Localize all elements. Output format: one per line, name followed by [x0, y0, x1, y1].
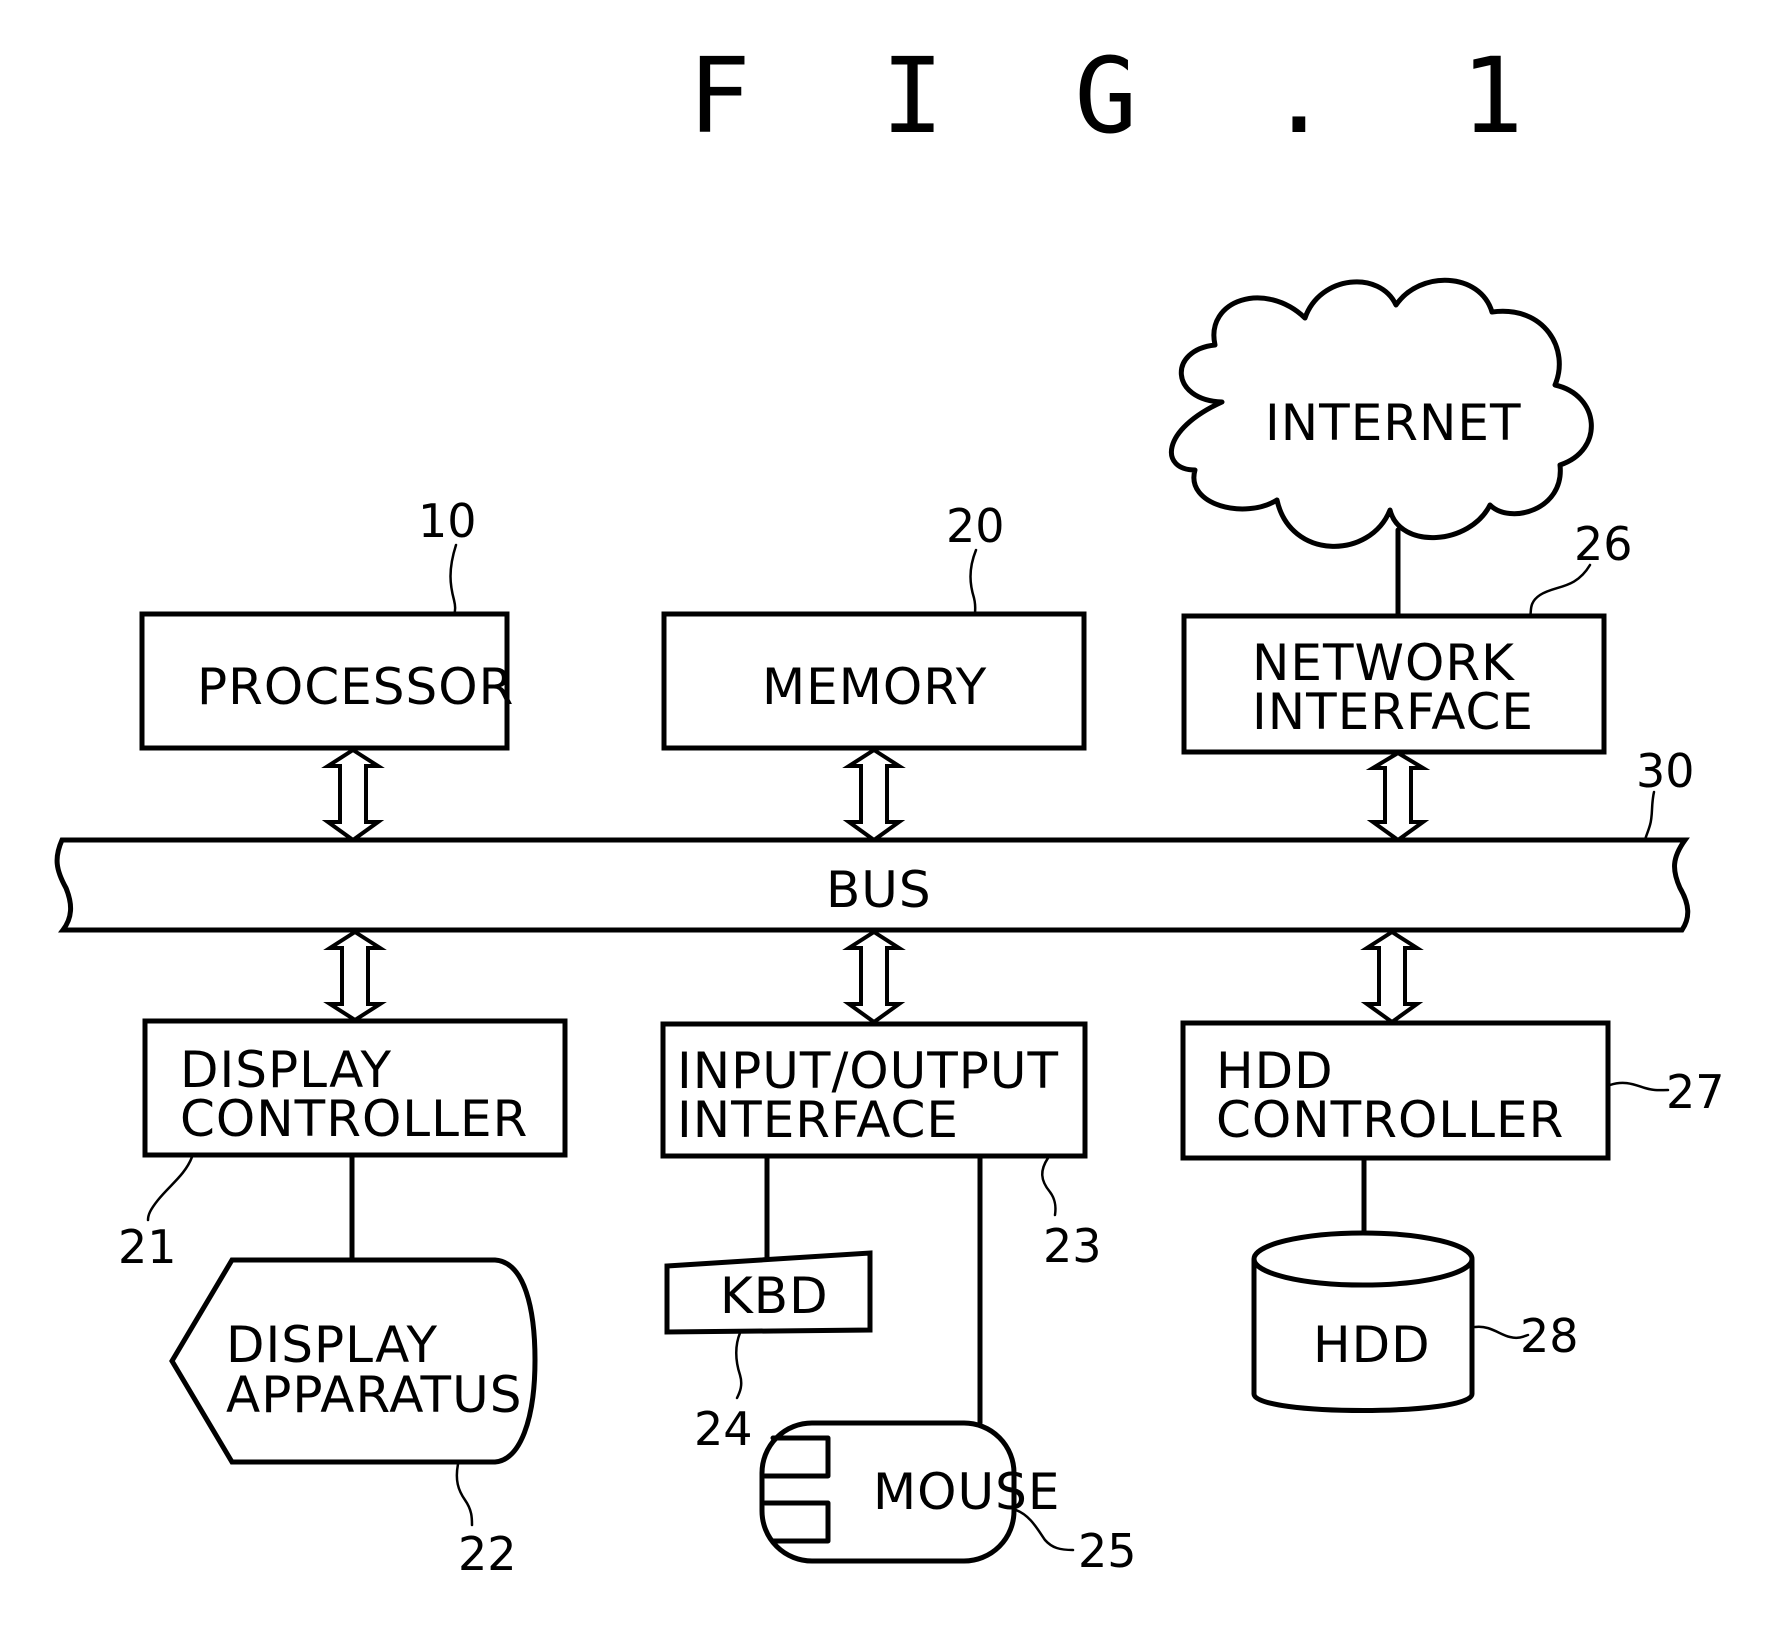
hdd-cylinder-top — [1251, 1230, 1475, 1288]
hdd-label: HDD — [1313, 1316, 1431, 1374]
network-interface-bus-arrow — [1365, 750, 1431, 843]
processor-label: PROCESSOR — [197, 658, 514, 716]
display-controller-bus-arrow — [323, 929, 387, 1023]
display-controller-ref-number: 21 — [118, 1220, 177, 1274]
bus-ref-number: 30 — [1636, 744, 1695, 798]
processor-ref-number: 10 — [418, 494, 477, 548]
display-apparatus-label-line2: APPARATUS — [226, 1366, 522, 1424]
hdd-controller-ref-number: 27 — [1666, 1065, 1725, 1119]
memory-ref-number: 20 — [946, 499, 1005, 553]
hdd-controller-block: HDD CONTROLLER 27 — [1180, 1020, 1725, 1161]
io-interface-bus-arrow — [842, 929, 906, 1025]
figure-title: F I G . 1 — [688, 35, 1558, 157]
bus-leader-line — [1643, 790, 1656, 842]
keyboard-label: KBD — [720, 1267, 829, 1325]
memory-label: MEMORY — [762, 658, 987, 716]
keyboard-leader-line — [735, 1331, 743, 1400]
block-diagram: F I G . 1 INTERNET PROCESSOR 10 MEMORY 2… — [54, 35, 1725, 1581]
display-apparatus-leader-line — [455, 1462, 474, 1527]
mouse-ref-number: 25 — [1078, 1524, 1137, 1578]
internet-cloud: INTERNET — [1168, 277, 1594, 549]
network-interface-ref-number: 26 — [1574, 517, 1633, 571]
processor-block: PROCESSOR 10 — [139, 494, 514, 751]
memory-leader-line — [969, 548, 978, 616]
network-interface-label-line2: INTERFACE — [1252, 683, 1534, 741]
hdd-ref-number: 28 — [1520, 1309, 1579, 1363]
memory-bus-arrow — [842, 747, 906, 843]
network-interface-leader-line — [1528, 563, 1592, 618]
io-interface-leader-line — [1041, 1156, 1057, 1217]
display-apparatus-block: DISPLAY APPARATUS 22 — [169, 1257, 538, 1581]
display-controller-leader-line — [146, 1155, 194, 1222]
display-controller-block: DISPLAY CONTROLLER 21 — [118, 1018, 568, 1274]
processor-bus-arrow — [321, 747, 385, 843]
io-interface-ref-number: 23 — [1043, 1219, 1102, 1273]
processor-leader-line — [449, 543, 458, 616]
io-interface-block: INPUT/OUTPUT INTERFACE 23 — [660, 1021, 1102, 1273]
bus-label: BUS — [826, 861, 932, 919]
hdd-controller-leader-line — [1608, 1081, 1670, 1092]
mouse-block: MOUSE 25 — [759, 1420, 1137, 1578]
io-interface-label-line2: INTERFACE — [677, 1091, 959, 1149]
keyboard-ref-number: 24 — [694, 1402, 753, 1456]
display-apparatus-ref-number: 22 — [458, 1527, 517, 1581]
hdd-block: HDD 28 — [1251, 1230, 1579, 1413]
mouse-label: MOUSE — [873, 1463, 1060, 1521]
hdd-controller-label-line2: CONTROLLER — [1216, 1091, 1564, 1149]
internet-label: INTERNET — [1265, 394, 1522, 452]
memory-block: MEMORY 20 — [661, 499, 1087, 751]
display-controller-label-line2: CONTROLLER — [180, 1090, 528, 1148]
network-interface-block: NETWORK INTERFACE 26 — [1181, 517, 1633, 755]
hdd-controller-bus-arrow — [1360, 929, 1424, 1025]
